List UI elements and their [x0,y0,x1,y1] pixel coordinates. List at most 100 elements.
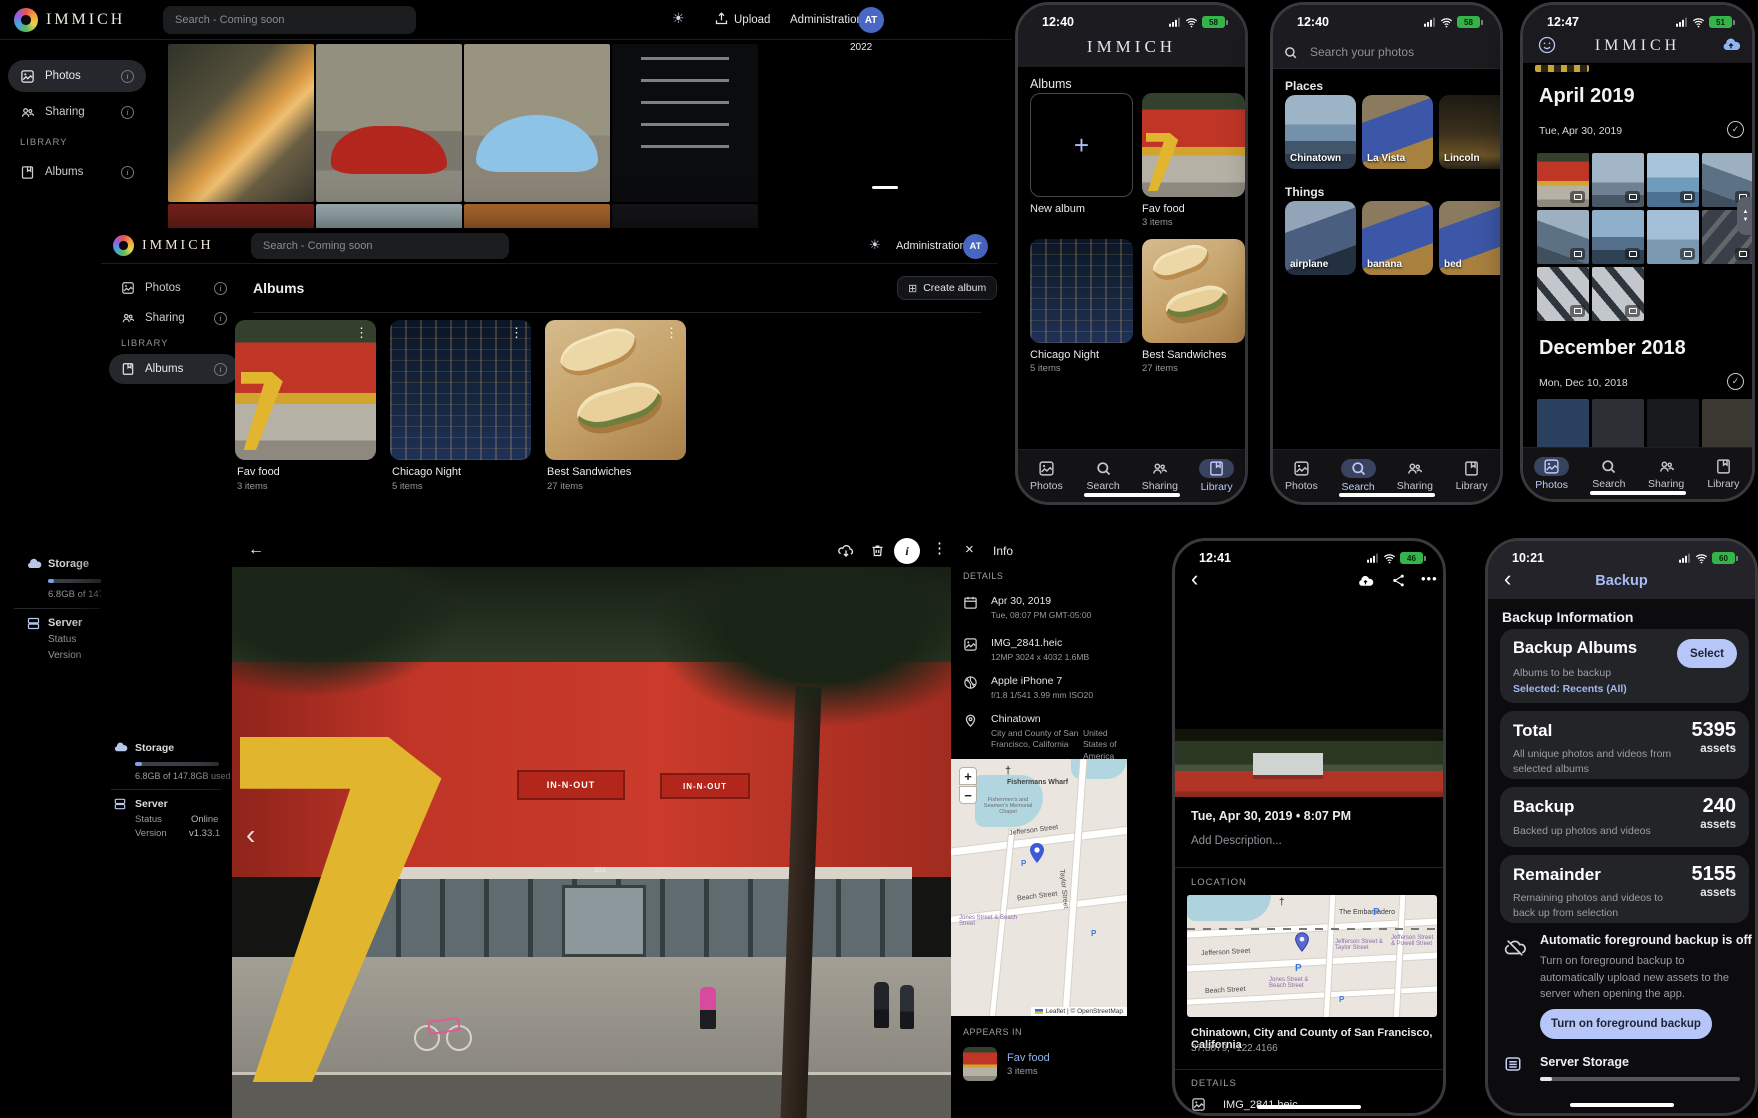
info-icon-active[interactable]: i [894,538,920,564]
home-indicator[interactable] [1084,493,1180,497]
description-input[interactable]: Add Description... [1191,835,1282,847]
sidebar-item-photos[interactable]: Photos i [109,274,239,302]
album-menu-icon[interactable]: ⋮ [510,328,523,338]
upload-icon[interactable] [714,11,729,26]
album-menu-icon[interactable]: ⋮ [665,328,678,338]
upload-button[interactable]: Upload [734,14,770,26]
upload-cloud-icon[interactable] [1357,573,1374,590]
turn-on-foreground-backup-button[interactable]: Turn on foreground backup [1540,1009,1712,1039]
sidebar-item-sharing[interactable]: Sharing i [109,304,239,332]
search-input[interactable]: Search - Coming soon [163,6,416,34]
appears-in-album-row[interactable]: Fav food 3 items [963,1045,1119,1083]
photo-tile[interactable] [1592,267,1644,321]
photo-tile[interactable] [1702,399,1754,451]
home-indicator[interactable] [1590,491,1686,495]
search-input[interactable]: Search - Coming soon [251,233,509,259]
search-input[interactable]: Search your photos [1283,39,1496,65]
thing-tile[interactable]: banana [1362,201,1433,275]
photo-tile[interactable] [1537,210,1589,264]
map-zoom-in-button[interactable]: + [959,767,977,785]
nav-library[interactable]: Library [1188,459,1245,493]
sidebar-item-albums[interactable]: Albums i [8,158,146,186]
place-tile[interactable]: Chinatown [1285,95,1356,169]
photo-tile[interactable] [1537,267,1589,321]
photo-tile[interactable] [168,44,314,202]
prev-photo-chevron[interactable]: ‹ [246,819,255,851]
nav-photos[interactable]: Photos [1018,460,1075,492]
new-album-tile[interactable]: + [1030,93,1133,197]
nav-library[interactable]: Library [1695,458,1752,490]
info-circle-icon[interactable]: i [121,166,134,179]
nav-search[interactable]: Search [1075,460,1132,492]
select-day-check-icon[interactable]: ✓ [1727,121,1744,138]
home-indicator[interactable] [1257,1105,1361,1109]
location-map[interactable]: The Embarcadero Jefferson Street Jeffers… [1187,895,1437,1017]
album-tile[interactable] [1030,239,1133,343]
album-menu-icon[interactable]: ⋮ [355,328,368,338]
appears-album-name[interactable]: Fav food [1007,1052,1050,1064]
place-tile[interactable]: La Vista [1362,95,1433,169]
info-circle-icon[interactable]: i [214,312,227,325]
photo-tile[interactable] [1647,210,1699,264]
user-avatar[interactable]: AT [963,234,988,259]
cloud-download-icon[interactable] [838,543,854,559]
album-tile[interactable] [1142,93,1245,197]
sidebar-item-sharing[interactable]: Sharing i [8,98,146,126]
back-arrow-icon[interactable]: ← [248,541,264,559]
place-tile[interactable]: Lincoln [1439,95,1503,169]
immich-logo[interactable]: IMMICH [14,8,125,32]
info-circle-icon[interactable]: i [214,363,227,376]
backup-cloud-icon[interactable] [1721,35,1741,55]
select-day-check-icon[interactable]: ✓ [1727,373,1744,390]
thing-tile[interactable]: airplane [1285,201,1356,275]
nav-sharing[interactable]: Sharing [1387,460,1444,492]
photo-tile[interactable] [168,204,314,228]
create-album-button[interactable]: ⊞ Create album [897,276,997,300]
administration-link[interactable]: Administration [790,14,863,26]
photo-tile[interactable] [1647,153,1699,207]
nav-search[interactable]: Search [1330,459,1387,493]
photo-viewer[interactable]: IN-N-OUT IN-N-OUT 333 ‹ [232,567,951,1118]
sidebar-item-albums[interactable]: Albums i [109,354,239,384]
nav-photos[interactable]: Photos [1273,460,1330,492]
photo-tile[interactable] [316,204,462,228]
share-icon[interactable] [1391,573,1406,588]
album-card[interactable]: ⋮ Chicago Night 5 items [390,320,531,495]
location-map[interactable]: Fishermans Wharf Fishermen's and Seamen'… [951,759,1127,1016]
photo-tile[interactable] [1592,399,1644,451]
photo-tile[interactable] [1537,153,1589,207]
thing-tile[interactable]: bed [1439,201,1503,275]
timeline-scrubber-handle[interactable]: ▲ ▼ [1737,197,1754,235]
photo-tile[interactable] [612,204,758,228]
photo-viewer[interactable] [1175,597,1443,797]
trash-icon[interactable] [870,543,885,558]
home-indicator[interactable] [1570,1103,1674,1107]
nav-sharing[interactable]: Sharing [1638,458,1695,490]
photo-tile[interactable] [1592,210,1644,264]
photo-tile[interactable] [464,204,610,228]
album-card[interactable]: ⋮ Best Sandwiches 27 items [545,320,686,495]
back-chevron-icon[interactable]: ‹ [1191,569,1198,589]
nav-sharing[interactable]: Sharing [1132,460,1189,492]
nav-photos[interactable]: Photos [1523,457,1580,491]
overflow-menu-icon[interactable]: ⋮ [932,544,947,554]
photo-tile[interactable] [316,44,462,202]
photo-tile[interactable] [1537,399,1589,451]
nav-search[interactable]: Search [1580,458,1637,490]
theme-toggle-sun-icon[interactable]: ☀ [672,10,685,27]
select-button[interactable]: Select [1677,639,1737,668]
album-card[interactable]: ⋮ Fav food 3 items [235,320,376,495]
timeline-scrubber-handle[interactable] [872,186,898,189]
administration-link[interactable]: Administration [896,240,966,252]
home-indicator[interactable] [1339,493,1435,497]
overflow-menu-icon[interactable]: ••• [1421,571,1438,586]
album-tile[interactable] [1142,239,1245,343]
photo-tile[interactable] [464,44,610,202]
photo-tile[interactable] [1647,399,1699,451]
map-zoom-out-button[interactable]: − [959,786,977,804]
photo-tile[interactable] [612,44,758,202]
immich-logo[interactable]: IMMICH [113,235,214,256]
close-icon[interactable]: × [965,541,974,558]
sidebar-item-photos[interactable]: Photos i [8,60,146,92]
user-avatar[interactable]: AT [858,7,884,33]
